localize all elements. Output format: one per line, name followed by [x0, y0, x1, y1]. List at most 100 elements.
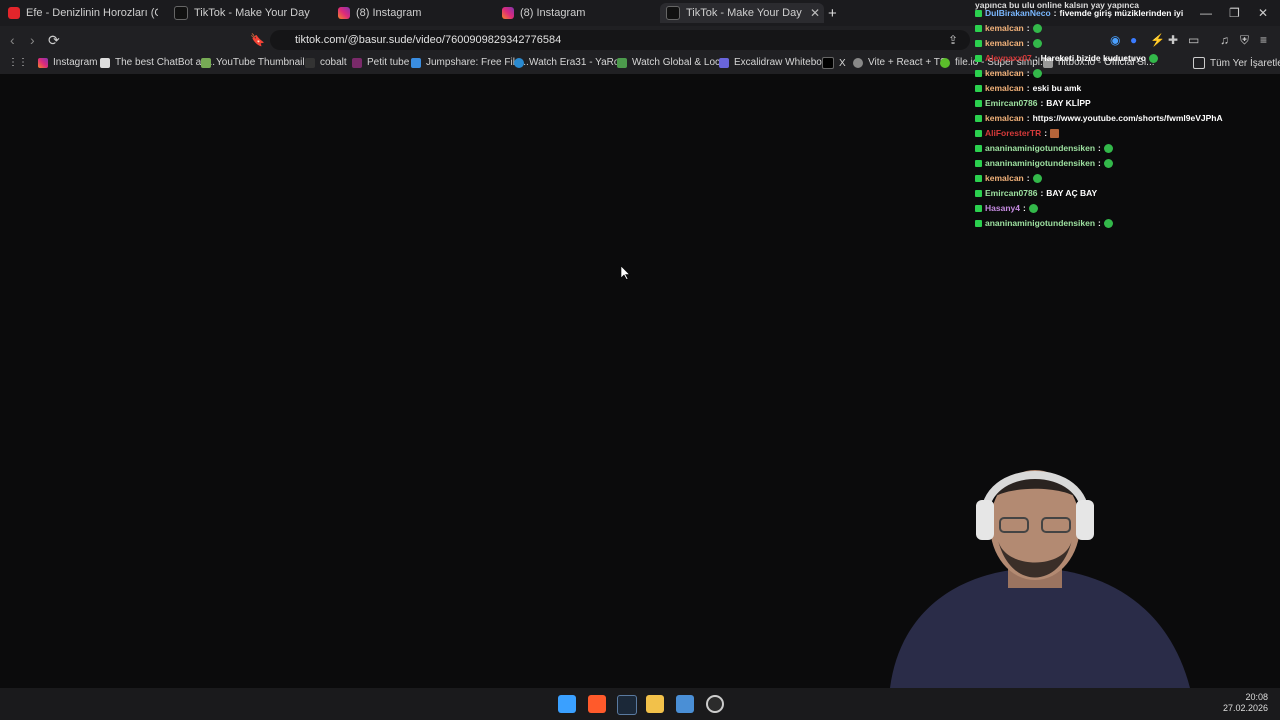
share-icon[interactable]: ⇪	[948, 33, 958, 47]
extension-icon[interactable]: ●	[1130, 33, 1137, 47]
file-explorer-icon[interactable]	[646, 695, 664, 713]
chat-user: kemalcan	[985, 38, 1024, 48]
bookmark-label: Instagram	[53, 57, 98, 68]
chat-text: eski bu amk	[1032, 83, 1082, 93]
chat-message: kemalcan:	[975, 68, 1042, 78]
excalidraw-icon	[719, 57, 729, 68]
emote-icon	[1103, 218, 1113, 228]
music-icon[interactable]: ♫	[1220, 33, 1229, 47]
badge-icon	[975, 99, 982, 107]
url-text: tiktok.com/@basur.sude/video/76009098293…	[295, 34, 562, 46]
chat-separator: :	[1026, 23, 1030, 33]
chat-separator: :	[1026, 173, 1030, 183]
bookmark-label: Petit tube	[367, 57, 410, 68]
chat-user: kemalcan	[985, 173, 1024, 183]
chat-separator: :	[1026, 68, 1030, 78]
tab-instagram-1[interactable]: (8) Instagram	[338, 3, 488, 23]
era31-icon	[514, 57, 524, 68]
chat-message: ananinaminigotundensiken:	[975, 218, 1113, 228]
mail-icon[interactable]	[676, 695, 694, 713]
tab-instagram-2[interactable]: (8) Instagram	[502, 3, 652, 23]
bookmark-item[interactable]: Watch Global & Loc...	[617, 57, 728, 68]
address-bar[interactable]: tiktok.com/@basur.sude/video/76009098293…	[270, 30, 970, 50]
extension-icon[interactable]: ◉	[1110, 33, 1120, 47]
bookmark-item[interactable]: Vite + React + TS	[853, 57, 947, 68]
badge-icon	[975, 204, 982, 212]
badge-icon	[975, 69, 982, 77]
youtube-icon	[8, 7, 20, 19]
chat-text: Hareketi bizide kuduetuyo	[1040, 53, 1146, 63]
bookmark-icon[interactable]: 🔖	[250, 33, 265, 47]
bookmark-item[interactable]: Jumpshare: Free File...	[411, 57, 529, 68]
globe-icon	[853, 57, 863, 68]
bookmark-item[interactable]: Instagram	[38, 57, 97, 68]
close-window-icon[interactable]: ✕	[1258, 6, 1268, 20]
tab-title: Efe - Denizlinin Horozları (Offical Vidé	[26, 7, 158, 19]
badge-icon	[975, 189, 982, 197]
bookmark-item[interactable]: Excalidraw Whitebo...	[719, 57, 830, 68]
emote-icon	[1103, 158, 1113, 168]
tab-efe[interactable]: Efe - Denizlinin Horozları (Offical Vidé	[8, 3, 158, 23]
chat-message: Emircan0786: BAY AÇ BAY	[975, 188, 1097, 198]
bookmark-label: Watch Global & Loc...	[632, 57, 729, 68]
tiktok-icon	[666, 6, 680, 20]
bookmark-item[interactable]: YouTube Thumbnail...	[201, 57, 313, 68]
back-icon[interactable]: ‹	[10, 32, 15, 48]
all-bookmarks[interactable]: Tüm Yer İşaretleri	[1193, 57, 1280, 69]
puzzle-icon[interactable]: ✚	[1168, 33, 1178, 47]
tab-title: TikTok - Make Your Day	[686, 7, 802, 19]
webcam-overlay	[850, 440, 1220, 688]
forward-icon[interactable]: ›	[30, 32, 35, 48]
emote-icon	[1050, 128, 1060, 138]
chat-message: Emircan0786: BAY KLİPP	[975, 98, 1091, 108]
emote-icon	[1028, 203, 1038, 213]
tab-tiktok[interactable]: TikTok - Make Your Day	[174, 3, 324, 23]
brave-browser-icon[interactable]	[588, 695, 606, 713]
chat-separator: :	[1098, 143, 1101, 153]
tab-tiktok-active[interactable]: TikTok - Make Your Day ✕	[660, 3, 824, 23]
chat-separator: :	[1098, 218, 1101, 228]
mouse-cursor-icon	[620, 265, 631, 283]
bookmark-item[interactable]: Watch Era31 - YaRo...	[514, 57, 628, 68]
chat-user: ananinaminigotundensiken	[985, 158, 1096, 168]
bookmark-label: Tüm Yer İşaretleri	[1210, 57, 1280, 69]
obs-icon[interactable]	[706, 695, 724, 713]
shield-icon[interactable]: ⛨	[1240, 33, 1249, 48]
bookmark-item[interactable]: cobalt	[305, 57, 347, 68]
bookmark-item[interactable]: The best ChatBot an...	[100, 57, 215, 68]
bookmark-label: X	[839, 57, 846, 69]
minimize-icon[interactable]: —	[1200, 6, 1212, 20]
chat-separator: :	[1040, 188, 1044, 198]
restore-icon[interactable]: ❐	[1229, 6, 1240, 20]
close-icon[interactable]: ✕	[810, 6, 824, 20]
badge-icon	[975, 219, 982, 227]
steam-icon[interactable]	[617, 695, 637, 715]
sidebar-icon[interactable]: ▭	[1188, 33, 1199, 47]
badge-icon	[975, 159, 982, 167]
chat-message: kemalcan:	[975, 23, 1042, 33]
fileio-icon	[940, 57, 950, 68]
chat-user: DulBirakanNeco	[985, 8, 1051, 18]
bookmark-item[interactable]: X	[822, 57, 846, 69]
apps-icon[interactable]: ⋮⋮	[8, 57, 28, 68]
chat-separator: :	[1034, 53, 1038, 63]
windows-start-icon[interactable]	[558, 695, 576, 713]
chat-message: ananinaminigotundensiken:	[975, 158, 1113, 168]
chat-text: fivemde giriş müziklerinden iyi	[1059, 8, 1184, 18]
new-tab-button[interactable]: +	[828, 5, 837, 22]
chat-message: kemalcan:	[975, 173, 1042, 183]
menu-icon[interactable]: ≡	[1260, 33, 1267, 47]
chat-message: kemalcan: eski bu amk	[975, 83, 1081, 93]
bookmark-item[interactable]: Petit tube	[352, 57, 409, 68]
chat-user: AliForesterTR	[985, 128, 1042, 138]
chat-user: Hasany4	[985, 203, 1020, 213]
reload-icon[interactable]: ⟳	[48, 32, 60, 49]
emote-icon	[1103, 143, 1113, 153]
bookmark-label: Excalidraw Whitebo...	[734, 57, 831, 68]
chat-user: Emircan0786	[985, 98, 1038, 108]
badge-icon	[975, 144, 982, 152]
taskbar	[0, 688, 1280, 720]
cobalt-icon	[305, 57, 315, 68]
extension-icon[interactable]: ⚡	[1150, 33, 1165, 47]
chat-user: ananinaminigotundensiken	[985, 218, 1096, 228]
